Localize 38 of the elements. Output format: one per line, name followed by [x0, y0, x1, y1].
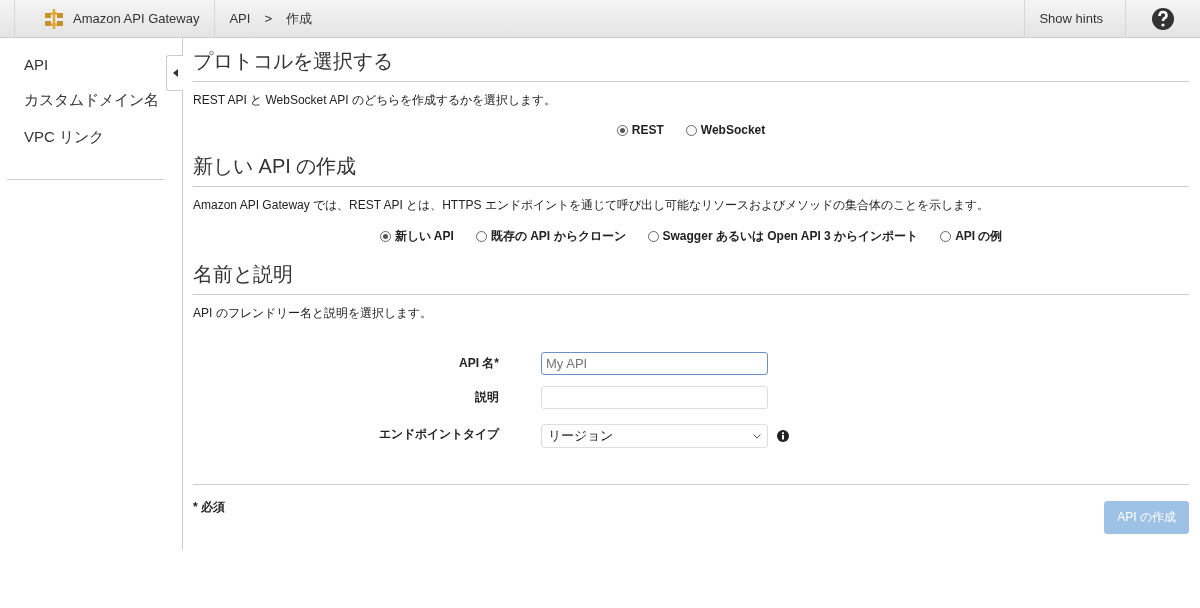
section-description: REST API と WebSocket API のどちらを作成するかを選択します。	[193, 92, 557, 109]
brand-link[interactable]: Amazon API Gateway	[14, 0, 216, 37]
radio-option[interactable]: WebSocket	[685, 123, 766, 137]
field-label: エンドポイントタイプ	[378, 425, 501, 443]
radio-icon[interactable]	[647, 231, 659, 242]
radio-option[interactable]: 新しい API	[379, 228, 454, 245]
required-note: * 必須	[193, 499, 225, 516]
endpoint-type-select[interactable]: リージョン	[541, 424, 768, 448]
radio-icon[interactable]	[379, 231, 391, 242]
section-title: 名前と説明	[193, 259, 1189, 295]
radio-icon[interactable]	[685, 124, 697, 136]
help-icon[interactable]	[1151, 6, 1175, 31]
field-label: API 名*	[458, 355, 500, 372]
section-title: 新しい API の作成	[193, 151, 1189, 187]
breadcrumb-separator: >	[264, 11, 272, 26]
section-title: プロトコルを選択する	[193, 46, 1189, 82]
radio-option[interactable]: 既存の API からクローン	[475, 228, 626, 245]
radio-icon[interactable]	[475, 231, 487, 242]
radio-option[interactable]: REST	[616, 123, 664, 137]
info-icon[interactable]	[777, 430, 789, 442]
breadcrumb-current: 作成	[286, 9, 312, 28]
section-description: API のフレンドリー名と説明を選択します。	[193, 305, 433, 322]
radio-option[interactable]: API の例	[940, 228, 1003, 245]
collapse-tab[interactable]	[166, 55, 183, 91]
text-field[interactable]: My API	[541, 352, 768, 375]
radio-icon[interactable]	[940, 231, 952, 242]
sidebar-item[interactable]: API	[0, 50, 164, 85]
show-hints-button[interactable]: Show hints	[1024, 0, 1125, 37]
radio-option[interactable]: Swagger あるいは Open API 3 からインポート	[647, 228, 919, 245]
section-description: Amazon API Gateway では、REST API とは、HTTPS エンドポイントを通じて呼び出し可能なリソースおよびメソッドの集合体のことを示します。	[193, 197, 990, 214]
radio-icon[interactable]	[616, 124, 628, 136]
caret-icon	[172, 69, 178, 77]
field-label: 説明	[474, 389, 500, 406]
logo-icon	[43, 7, 65, 30]
chevron-down-icon	[753, 433, 761, 439]
breadcrumb-link[interactable]: API	[229, 11, 251, 26]
sidebar-item[interactable]: カスタムドメイン名	[0, 85, 164, 122]
sidebar-item[interactable]: VPC リンク	[0, 122, 164, 159]
